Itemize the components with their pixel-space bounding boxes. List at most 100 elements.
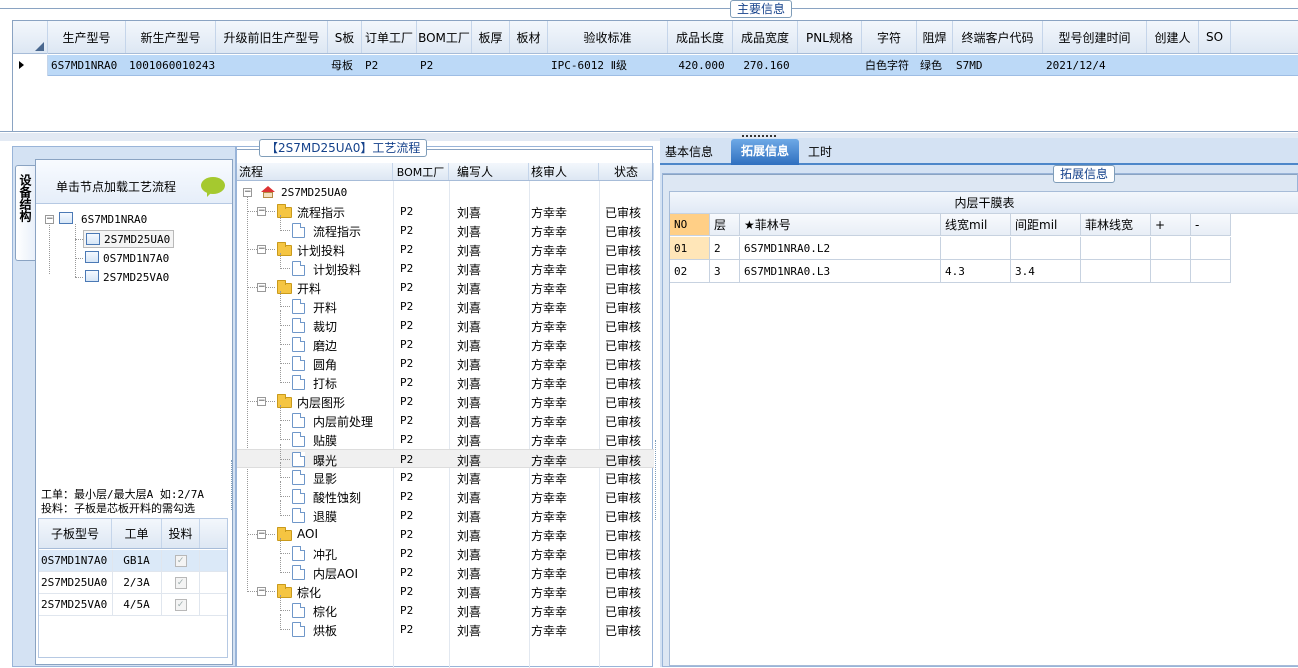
flow-step-node[interactable]: 冲孔 P2 刘喜 方幸幸 已审核 [237,538,654,563]
layer-cell[interactable]: 3 [710,260,740,282]
feed-checkbox-cell[interactable]: ✓ [162,550,200,571]
spacing-cell[interactable]: 3.4 [1011,260,1081,282]
film-no-cell[interactable]: 6S7MD1NRA0.L2 [740,237,941,259]
tree-node-2s7md25ua0[interactable]: 2S7MD25UA0 [83,230,175,248]
cell-order-factory[interactable]: P2 [363,55,416,75]
col-acceptance[interactable]: 验收标准 [548,21,668,53]
collapse-icon[interactable]: − [45,215,54,224]
splitter-left[interactable] [231,460,235,510]
cell-bom-factory[interactable]: P2 [418,55,471,75]
flow-step-node[interactable]: 计划投料 P2 刘喜 方幸幸 已审核 [237,253,654,278]
col-s-board[interactable]: S板 [328,21,362,53]
col-create-time[interactable]: 型号创建时间 [1043,21,1147,53]
col-work-order[interactable]: 工单 [112,519,162,548]
splitter-right[interactable] [655,440,659,520]
flow-step-node[interactable]: 内层前处理 P2 刘喜 方幸幸 已审核 [237,405,654,430]
cell-customer-code[interactable]: S7MD [954,55,1042,75]
feed-checkbox[interactable]: ✓ [174,598,187,611]
col-spacing[interactable]: 间距mil [1011,214,1081,235]
collapse-icon[interactable]: − [257,245,266,254]
tree-node-0s7md1n7a0[interactable]: 0S7MD1N7A0 [83,249,172,267]
collapse-icon[interactable]: − [257,530,266,539]
cell-so[interactable] [1200,55,1230,75]
layer-cell[interactable]: 2 [710,237,740,259]
col-bom-factory[interactable]: BOM工厂 [417,21,472,53]
flow-root[interactable]: − 2S7MD25UA0 [237,183,654,202]
flow-group-node[interactable]: − 开料 P2 刘喜 方幸幸 已审核 [237,278,654,297]
add-row-button[interactable]: + [1151,214,1191,235]
col-flow[interactable]: 流程 [237,163,393,180]
collapse-icon[interactable]: − [257,283,266,292]
flow-step-node[interactable]: 开料 P2 刘喜 方幸幸 已审核 [237,291,654,316]
flow-group-node[interactable]: − 内层图形 P2 刘喜 方幸幸 已审核 [237,392,654,411]
col-order-factory[interactable]: 订单工厂 [362,21,417,53]
tree-node-root[interactable]: 6S7MD1NRA0 [59,211,147,227]
collapse-icon[interactable]: − [257,397,266,406]
film-line-width-cell[interactable] [1081,237,1151,259]
tab-extended-info[interactable]: 拓展信息 [731,139,799,165]
col-pnl[interactable]: PNL规格 [798,21,862,53]
cell-material[interactable] [511,55,547,75]
col-sub-model[interactable]: 子板型号 [39,519,112,548]
col-line-width[interactable]: 线宽mil [941,214,1011,235]
cell-pnl[interactable] [799,55,861,75]
flow-step-node[interactable]: 流程指示 P2 刘喜 方幸幸 已审核 [237,215,654,240]
col-so[interactable]: SO [1199,21,1231,53]
col-no[interactable]: NO [670,214,710,235]
sub-model-cell[interactable]: 2S7MD25UA0 [41,572,113,593]
select-all-corner[interactable] [13,21,48,54]
col-status[interactable]: 状态 [599,163,654,180]
line-width-cell[interactable] [941,237,1011,259]
sub-model-cell[interactable]: 0S7MD1N7A0 [41,550,113,571]
film-row[interactable]: 02 3 6S7MD1NRA0.L3 4.3 3.4 [670,260,1231,283]
film-no-cell[interactable]: 6S7MD1NRA0.L3 [740,260,941,282]
flow-group-node[interactable]: − 流程指示 P2 刘喜 方幸幸 已审核 [237,202,654,221]
cell-new-model[interactable]: 10010600102435 [127,55,215,75]
remove-row-button[interactable]: - [1191,214,1231,235]
plus-cell[interactable] [1151,237,1191,259]
flow-step-node[interactable]: 烘板 P2 刘喜 方幸幸 已审核 [237,614,654,639]
col-customer-code[interactable]: 终端客户代码 [953,21,1043,53]
spacing-cell[interactable] [1011,237,1081,259]
cell-character[interactable]: 白色字符 [863,55,916,75]
no-cell[interactable]: 02 [670,260,710,282]
main-grid-row[interactable]: 6S7MD1NRA0 10010600102435 母板 P2 P2 IPC-6012 Ⅱ… [13,55,1298,76]
cell-creator[interactable] [1148,55,1198,75]
cell-acceptance[interactable]: IPC-6012 Ⅱ级 [549,55,667,75]
cell-create-time[interactable]: 2021/12/4 [1044,55,1146,75]
tab-basic-info[interactable]: 基本信息 [665,143,713,163]
flow-step-node[interactable]: 曝光 P2 刘喜 方幸幸 已审核 [237,444,654,468]
line-width-cell[interactable]: 4.3 [941,260,1011,282]
flow-step-node[interactable]: 打标 P2 刘喜 方幸幸 已审核 [237,367,654,392]
col-thickness[interactable]: 板厚 [472,21,510,53]
flow-step-node[interactable]: 圆角 P2 刘喜 方幸幸 已审核 [237,348,654,373]
feed-checkbox[interactable]: ✓ [174,554,187,567]
collapse-icon[interactable]: − [243,188,252,197]
col-checker[interactable]: 核审人 [529,163,599,180]
col-model[interactable]: 生产型号 [48,21,126,53]
col-length[interactable]: 成品长度 [668,21,733,53]
tab-device-structure[interactable]: 设备结构 [15,165,35,261]
sub-board-row[interactable]: 2S7MD25UA0 2/3A ✓ [39,572,227,594]
sub-board-row[interactable]: 2S7MD25VA0 4/5A ✓ [39,594,227,616]
col-film-no[interactable]: ★菲林号 [740,214,941,235]
cell-length[interactable]: 420.000 [669,55,732,75]
flow-step-node[interactable]: 内层AOI P2 刘喜 方幸幸 已审核 [237,557,654,582]
flow-step-node[interactable]: 酸性蚀刻 P2 刘喜 方幸幸 已审核 [237,481,654,506]
flow-group-node[interactable]: − AOI P2 刘喜 方幸幸 已审核 [237,525,654,544]
minus-cell[interactable] [1191,237,1231,259]
col-solder-mask[interactable]: 阻焊 [917,21,953,53]
cell-thickness[interactable] [473,55,509,75]
flow-step-node[interactable]: 裁切 P2 刘喜 方幸幸 已审核 [237,310,654,335]
work-order-cell[interactable]: 4/5A [112,594,162,615]
flow-step-node[interactable]: 显影 P2 刘喜 方幸幸 已审核 [237,462,654,487]
tab-work-hours[interactable]: 工时 [808,143,832,163]
work-order-cell[interactable]: GB1A [112,550,162,571]
no-cell[interactable]: 01 [670,237,710,259]
cell-old-model[interactable] [217,55,327,75]
flow-group-node[interactable]: − 棕化 P2 刘喜 方幸幸 已审核 [237,582,654,601]
feed-checkbox[interactable]: ✓ [174,576,187,589]
sub-board-row[interactable]: 0S7MD1N7A0 GB1A ✓ [39,550,227,572]
col-width[interactable]: 成品宽度 [733,21,798,53]
feed-checkbox-cell[interactable]: ✓ [162,572,200,593]
